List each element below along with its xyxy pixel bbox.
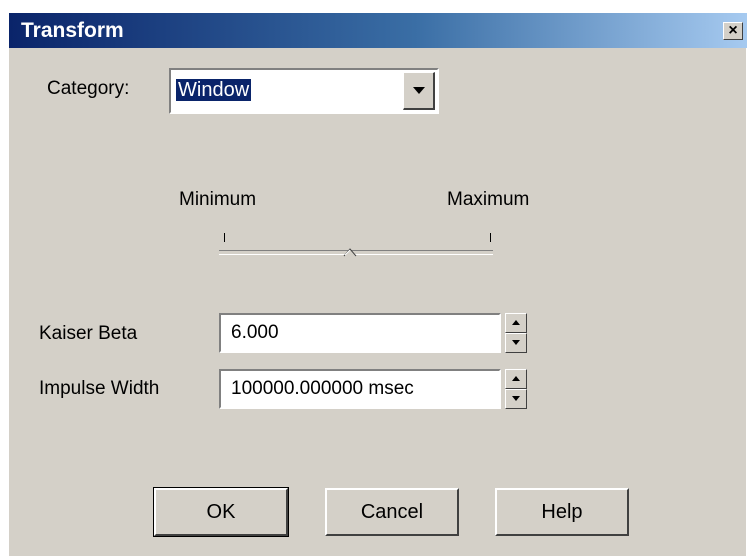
slider-thumb[interactable] xyxy=(343,245,357,257)
slider-max-label: Maximum xyxy=(447,189,530,210)
slider-min-label: Minimum xyxy=(179,189,257,210)
impulse-width-label: Impulse Width xyxy=(39,378,160,399)
impulse-width-spinner[interactable] xyxy=(505,369,527,409)
title-bar[interactable]: Transform × xyxy=(9,13,747,48)
help-button[interactable]: Help xyxy=(495,488,629,536)
arrow-up-icon xyxy=(512,320,520,325)
kaiser-beta-input[interactable] xyxy=(221,315,499,351)
transform-dialog: Transform × Category: Window Minimum Max… xyxy=(8,12,747,556)
arrow-down-icon xyxy=(512,396,520,401)
impulse-width-input[interactable] xyxy=(221,371,499,407)
impulse-width-down-button[interactable] xyxy=(505,389,527,409)
ok-button[interactable]: OK xyxy=(153,487,289,537)
slider-max-tick xyxy=(490,233,491,242)
arrow-up-icon xyxy=(512,376,520,381)
category-value: Window xyxy=(176,79,252,101)
category-dropdown-button[interactable] xyxy=(403,72,435,110)
category-label: Category: xyxy=(47,78,130,99)
kaiser-beta-field[interactable] xyxy=(219,313,501,353)
kaiser-beta-spinner[interactable] xyxy=(505,313,527,353)
close-icon: × xyxy=(728,22,738,39)
kaiser-beta-up-button[interactable] xyxy=(505,313,527,333)
kaiser-beta-down-button[interactable] xyxy=(505,333,527,353)
slider-min-tick xyxy=(224,233,225,242)
close-button[interactable]: × xyxy=(723,22,743,40)
arrow-down-icon xyxy=(512,340,520,345)
cancel-button[interactable]: Cancel xyxy=(325,488,459,536)
impulse-width-up-button[interactable] xyxy=(505,369,527,389)
kaiser-beta-label: Kaiser Beta xyxy=(39,323,138,344)
chevron-down-icon xyxy=(413,87,425,94)
category-select[interactable]: Window xyxy=(169,68,439,114)
window-title: Transform xyxy=(21,19,124,42)
impulse-width-field[interactable] xyxy=(219,369,501,409)
window-slider[interactable] xyxy=(219,228,509,278)
